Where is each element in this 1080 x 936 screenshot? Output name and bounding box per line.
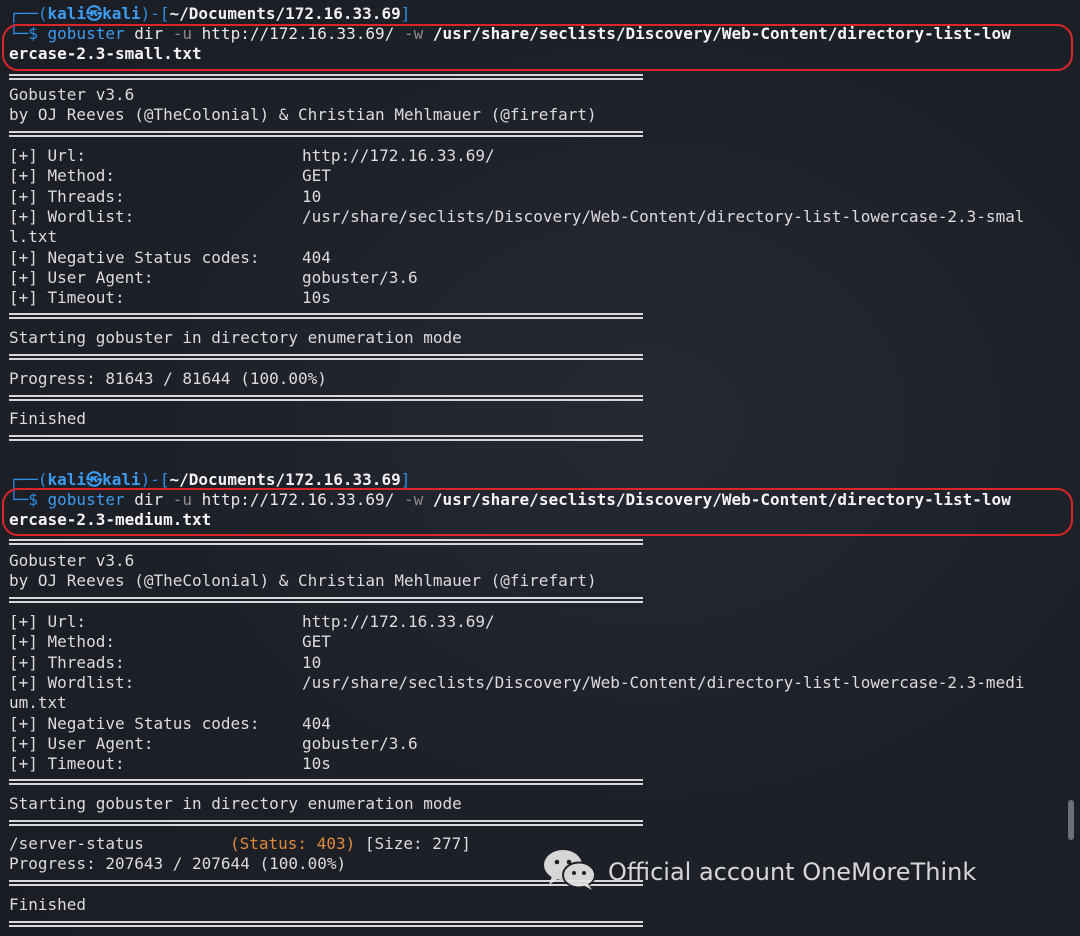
config-key: [+] Threads:	[9, 652, 125, 672]
config-value: http://172.16.33.69/	[302, 612, 495, 631]
finished-text: Finished	[9, 409, 87, 428]
prompt-mid: )-[	[140, 470, 170, 489]
result-status-line: (Status: 403) [Size: 277]	[230, 834, 471, 854]
result-path: /server-status	[9, 834, 144, 853]
config-key: [+] Timeout:	[9, 288, 125, 308]
separator	[9, 820, 643, 826]
progress-text: Progress: 81643 / 81644 (100.00%)	[9, 369, 327, 388]
config-value: 404	[302, 247, 331, 267]
finished-text: Finished	[9, 895, 87, 914]
config-key: [+] Negative Status codes:	[9, 247, 260, 267]
config-value: 404	[302, 713, 331, 733]
terminal-window[interactable]: ┌──(kali㉿kali)-[~/Documents/172.16.33.69…	[0, 0, 1080, 936]
config-key: [+] Method:	[9, 166, 115, 186]
separator	[9, 597, 643, 603]
mode-message: Starting gobuster in directory enumerati…	[9, 328, 462, 347]
prompt-line: ┌──(kali㉿kali)-[~/Documents/172.16.33.69…	[9, 470, 410, 490]
banner-authors: by OJ Reeves (@TheColonial) & Christian …	[9, 105, 597, 124]
prompt-prefix: ┌──(	[9, 4, 48, 23]
config-key: l.txt	[9, 227, 58, 247]
config-value: 10s	[302, 288, 331, 308]
config-value: GET	[302, 632, 331, 652]
config-value: gobuster/3.6	[302, 733, 418, 753]
banner-title: Gobuster v3.6	[9, 551, 135, 570]
progress-text: Progress: 207643 / 207644 (100.00%)	[9, 854, 347, 873]
config-value: /usr/share/seclists/Discovery/Web-Conten…	[302, 672, 1025, 692]
config-key: [+] Method:	[9, 632, 115, 652]
separator	[9, 395, 643, 401]
config-value: gobuster/3.6	[302, 267, 418, 287]
watermark: Official account OneMoreThink	[542, 848, 976, 896]
highlight-box	[2, 488, 1073, 536]
config-key: [+] Wordlist:	[9, 672, 135, 692]
result-status: (Status: 403)	[230, 834, 356, 853]
prompt-mid: )-[	[140, 4, 170, 23]
separator	[9, 539, 643, 545]
separator	[9, 131, 643, 137]
config-key: [+] Threads:	[9, 186, 125, 206]
config-value: 10s	[302, 754, 331, 774]
separator	[9, 313, 643, 319]
result-size: [Size: 277]	[364, 834, 471, 853]
config-key: [+] Timeout:	[9, 754, 125, 774]
banner-title: Gobuster v3.6	[9, 85, 135, 104]
config-value: http://172.16.33.69/	[302, 146, 495, 165]
wechat-icon	[542, 847, 598, 897]
scrollbar[interactable]	[1068, 800, 1074, 840]
prompt-user: kali㉿kali	[47, 4, 141, 23]
prompt-path: ~/Documents/172.16.33.69	[169, 4, 401, 23]
watermark-text: Official account OneMoreThink	[608, 858, 977, 886]
config-value: 10	[302, 652, 322, 672]
result-line: /server-status	[9, 834, 144, 854]
prompt-line: ┌──(kali㉿kali)-[~/Documents/172.16.33.69…	[9, 4, 410, 24]
config-key: [+] Negative Status codes:	[9, 713, 260, 733]
prompt-path: ~/Documents/172.16.33.69	[169, 470, 401, 489]
prompt-end: ]	[400, 470, 411, 489]
config-key: [+] Wordlist:	[9, 206, 135, 226]
separator	[9, 354, 643, 360]
prompt-prefix: ┌──(	[9, 470, 48, 489]
banner-authors: by OJ Reeves (@TheColonial) & Christian …	[9, 571, 597, 590]
config-key: [+] User Agent:	[9, 267, 154, 287]
config-value: /usr/share/seclists/Discovery/Web-Conten…	[302, 206, 1025, 226]
highlight-box	[2, 24, 1073, 71]
mode-message: Starting gobuster in directory enumerati…	[9, 794, 462, 813]
separator	[9, 779, 643, 785]
prompt-user: kali㉿kali	[47, 470, 141, 489]
config-value: 10	[302, 186, 322, 206]
config-key: [+] Url:	[9, 612, 87, 631]
separator	[9, 74, 643, 80]
separator	[9, 921, 643, 927]
config-key: [+] User Agent:	[9, 733, 154, 753]
config-key: [+] Url:	[9, 146, 87, 165]
prompt-end: ]	[400, 4, 411, 23]
config-key: um.txt	[9, 693, 67, 713]
config-value: GET	[302, 166, 331, 186]
separator	[9, 435, 643, 441]
